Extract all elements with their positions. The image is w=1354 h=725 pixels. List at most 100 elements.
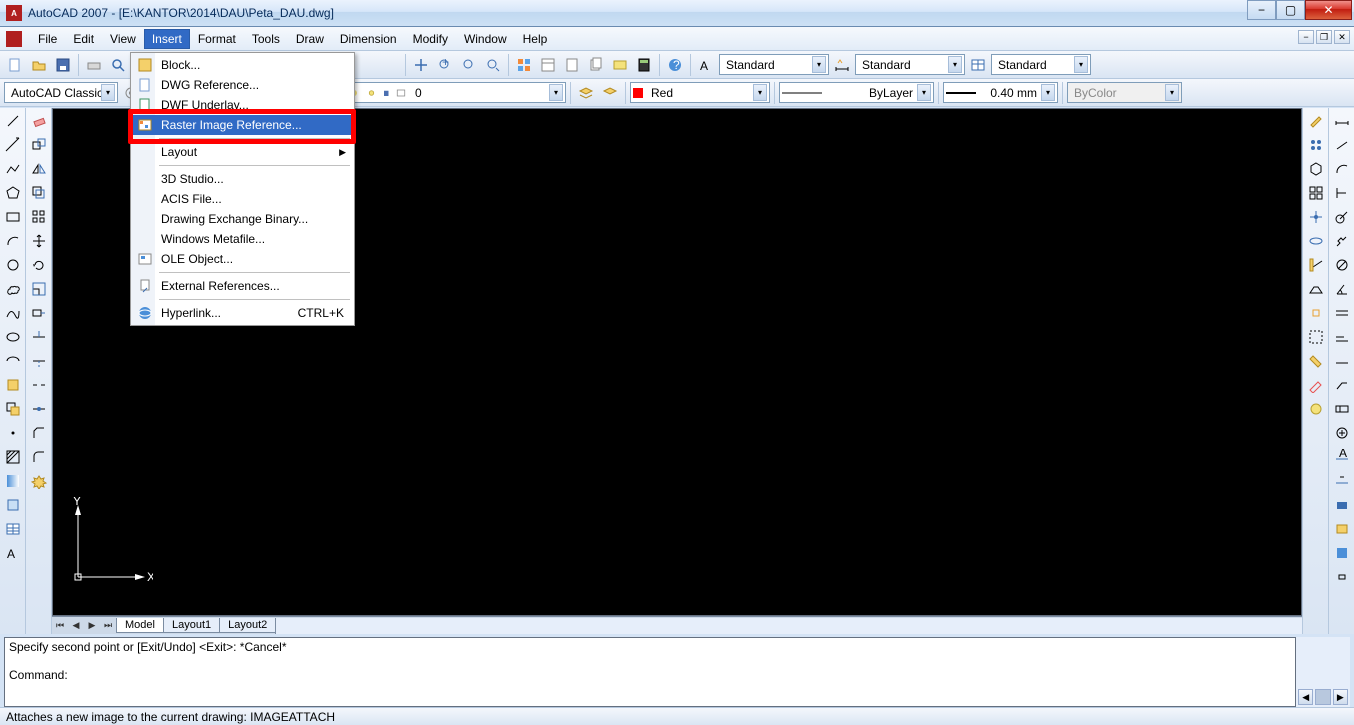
markup-button[interactable] xyxy=(609,54,631,76)
tab-model[interactable]: Model xyxy=(116,618,164,633)
dim-dia-button[interactable] xyxy=(1331,254,1353,276)
table-button[interactable] xyxy=(2,518,24,540)
menu-item-dwg-ref[interactable]: DWG Reference... xyxy=(133,75,352,95)
maximize-button[interactable]: ▢ xyxy=(1276,0,1305,20)
tab-first[interactable]: ⏮ xyxy=(52,618,68,634)
arc-button[interactable] xyxy=(2,230,24,252)
new-button[interactable] xyxy=(4,54,26,76)
table-style-icon[interactable] xyxy=(967,54,989,76)
menu-item-ole[interactable]: OLE Object... xyxy=(133,249,352,269)
3drotate-icon[interactable] xyxy=(1305,230,1327,252)
table-style-combo[interactable]: Standard▾ xyxy=(991,54,1091,75)
point-button[interactable] xyxy=(2,422,24,444)
insert-block-button[interactable] xyxy=(2,374,24,396)
dim-toolbar-more[interactable] xyxy=(1331,566,1353,588)
close-button[interactable]: ✕ xyxy=(1305,0,1352,20)
xline-button[interactable] xyxy=(2,134,24,156)
menu-format[interactable]: Format xyxy=(190,29,244,49)
offset-button[interactable] xyxy=(28,182,50,204)
open-button[interactable] xyxy=(28,54,50,76)
menu-item-acis[interactable]: ACIS File... xyxy=(133,189,352,209)
osnap-button[interactable] xyxy=(1305,302,1327,324)
rect-button[interactable] xyxy=(2,206,24,228)
3dalign-button[interactable] xyxy=(1305,158,1327,180)
tab-prev[interactable]: ◀ xyxy=(68,618,84,634)
dim-cont-button[interactable] xyxy=(1331,350,1353,372)
calc-button[interactable] xyxy=(633,54,655,76)
dist-button[interactable] xyxy=(1305,254,1327,276)
tab-last[interactable]: ⏭ xyxy=(100,618,116,634)
menu-item-xref[interactable]: External References... xyxy=(133,276,352,296)
layer-combo[interactable]: 0▾ xyxy=(346,82,566,103)
mirror-button[interactable] xyxy=(28,158,50,180)
mdi-restore[interactable]: ❐ xyxy=(1316,30,1332,44)
zoom-window-button[interactable] xyxy=(458,54,480,76)
dim-style-combo[interactable]: Standard▾ xyxy=(855,54,965,75)
viewport-button[interactable] xyxy=(1305,182,1327,204)
join-button[interactable] xyxy=(28,398,50,420)
properties-button[interactable] xyxy=(513,54,535,76)
measure-button[interactable] xyxy=(1305,350,1327,372)
lineweight-combo[interactable]: 0.40 mm▾ xyxy=(943,82,1058,103)
save-button[interactable] xyxy=(52,54,74,76)
extend-button[interactable] xyxy=(28,350,50,372)
menu-item-block[interactable]: Block... xyxy=(133,55,352,75)
text-style-combo[interactable]: Standard▾ xyxy=(719,54,829,75)
color-combo[interactable]: Red▾ xyxy=(630,82,770,103)
menu-item-3dstudio[interactable]: 3D Studio... xyxy=(133,169,352,189)
layer-manager-button[interactable] xyxy=(575,82,597,104)
menu-item-raster-image[interactable]: Raster Image Reference... xyxy=(133,115,352,135)
center-mark-button[interactable] xyxy=(1331,422,1353,444)
mdi-minimize[interactable]: − xyxy=(1298,30,1314,44)
pan-button[interactable] xyxy=(410,54,432,76)
dim-style-icon[interactable] xyxy=(831,54,853,76)
leader-button[interactable] xyxy=(1331,374,1353,396)
menu-insert[interactable]: Insert xyxy=(144,29,190,49)
tolerance-button[interactable] xyxy=(1331,398,1353,420)
mdi-close[interactable]: ✕ xyxy=(1334,30,1350,44)
scale-button[interactable] xyxy=(28,278,50,300)
qdim-button[interactable] xyxy=(1331,302,1353,324)
tab-layout2[interactable]: Layout2 xyxy=(219,618,276,633)
match-prop-button[interactable] xyxy=(1305,110,1327,132)
menu-item-layout[interactable]: Layout ▶ xyxy=(133,142,352,162)
horizontal-scrollbar[interactable] xyxy=(275,618,1302,634)
dim-arc-button[interactable] xyxy=(1331,158,1353,180)
region-button[interactable] xyxy=(2,494,24,516)
block-editor-button[interactable] xyxy=(1305,134,1327,156)
menu-draw[interactable]: Draw xyxy=(288,29,332,49)
chamfer-button[interactable] xyxy=(28,422,50,444)
menu-modify[interactable]: Modify xyxy=(405,29,456,49)
tab-next[interactable]: ▶ xyxy=(84,618,100,634)
cui-button[interactable] xyxy=(1305,374,1327,396)
sheet-set-button[interactable] xyxy=(585,54,607,76)
dim-ord-button[interactable] xyxy=(1331,182,1353,204)
tab-layout1[interactable]: Layout1 xyxy=(163,618,220,633)
menu-item-dwf-underlay[interactable]: DWF Underlay... xyxy=(133,95,352,115)
qselect-button[interactable] xyxy=(1305,326,1327,348)
help-button[interactable]: ? xyxy=(664,54,686,76)
break-button[interactable] xyxy=(28,374,50,396)
area-button[interactable] xyxy=(1305,278,1327,300)
dim-linear-button[interactable] xyxy=(1331,110,1353,132)
line-button[interactable] xyxy=(2,110,24,132)
menu-item-wmf[interactable]: Windows Metafile... xyxy=(133,229,352,249)
menu-help[interactable]: Help xyxy=(515,29,556,49)
circle-button[interactable] xyxy=(2,254,24,276)
command-input[interactable]: Specify second point or [Exit/Undo] <Exi… xyxy=(4,637,1296,707)
menu-window[interactable]: Window xyxy=(456,29,515,49)
polygon-button[interactable] xyxy=(2,182,24,204)
preview-button[interactable] xyxy=(107,54,129,76)
ellipse-arc-button[interactable] xyxy=(2,350,24,372)
dim-jog-button[interactable] xyxy=(1331,230,1353,252)
menu-view[interactable]: View xyxy=(102,29,144,49)
dimtedit-button[interactable] xyxy=(1331,470,1353,492)
dimstyle-button[interactable] xyxy=(1331,518,1353,540)
dimreassoc-button[interactable] xyxy=(1331,542,1353,564)
copy-button[interactable] xyxy=(28,134,50,156)
dimedit-button[interactable]: A xyxy=(1331,446,1353,468)
zoom-realtime-button[interactable]: + xyxy=(434,54,456,76)
dim-ang-button[interactable] xyxy=(1331,278,1353,300)
minimize-button[interactable]: − xyxy=(1247,0,1276,20)
menu-dimension[interactable]: Dimension xyxy=(332,29,405,49)
